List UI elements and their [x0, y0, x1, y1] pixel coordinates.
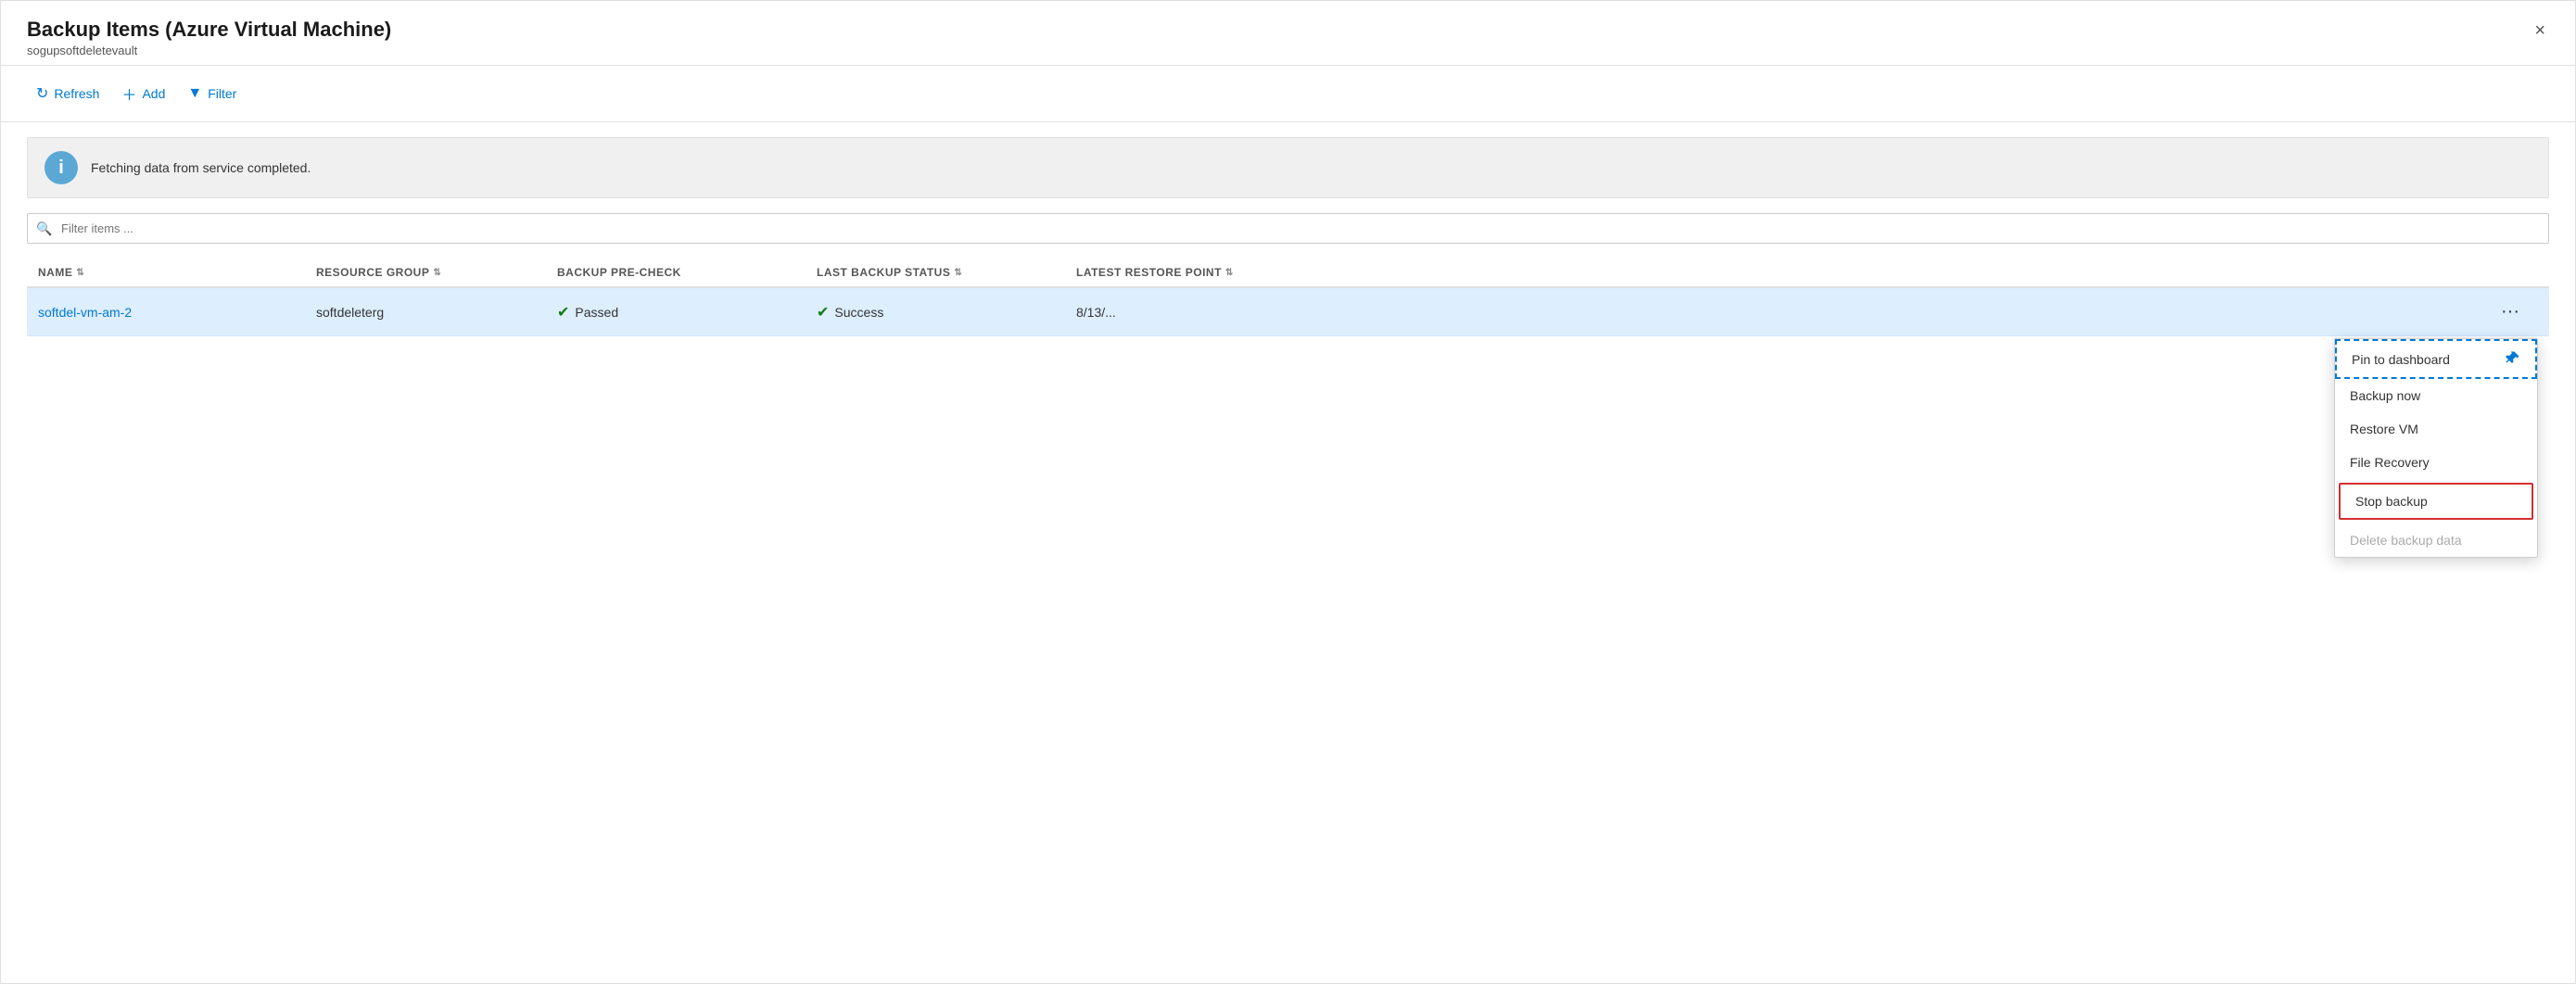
- backup-items-panel: Backup Items (Azure Virtual Machine) sog…: [0, 0, 2576, 984]
- filter-button[interactable]: ▼ Filter: [178, 80, 246, 107]
- file-recovery-label: File Recovery: [2350, 455, 2430, 470]
- restore-vm-button[interactable]: Restore VM: [2335, 412, 2537, 446]
- sort-icon-rg: ⇅: [433, 268, 441, 278]
- row-ellipsis-button[interactable]: ···: [2494, 297, 2527, 326]
- filter-label: Filter: [208, 86, 236, 101]
- file-recovery-button[interactable]: File Recovery: [2335, 446, 2537, 479]
- add-label: Add: [142, 86, 165, 101]
- sort-icon-lrp: ⇅: [1225, 268, 1234, 278]
- search-bar: 🔍: [27, 213, 2549, 244]
- panel-header: Backup Items (Azure Virtual Machine) sog…: [1, 1, 2575, 66]
- restore-vm-label: Restore VM: [2350, 422, 2418, 436]
- close-button[interactable]: ×: [2527, 18, 2553, 44]
- backup-now-label: Backup now: [2350, 388, 2420, 403]
- sort-icon-lbs: ⇅: [954, 268, 962, 278]
- stop-backup-button[interactable]: Stop backup: [2339, 483, 2533, 520]
- add-icon: ＋: [121, 82, 136, 105]
- panel-title: Backup Items (Azure Virtual Machine): [27, 18, 2549, 42]
- pin-to-dashboard-button[interactable]: Pin to dashboard: [2335, 339, 2537, 379]
- pin-icon: [2506, 350, 2520, 368]
- delete-backup-button[interactable]: Delete backup data: [2335, 524, 2537, 557]
- col-header-latest-restore: LATEST RESTORE POINT ⇅: [1076, 266, 2482, 279]
- panel-subtitle: sogupsoftdeletevault: [27, 44, 2549, 57]
- precheck-success-icon: ✔: [557, 303, 569, 322]
- col-header-backup-precheck: BACKUP PRE-CHECK: [557, 266, 817, 279]
- add-button[interactable]: ＋ Add: [112, 77, 174, 110]
- cell-resource-group: softdeleterg: [316, 305, 557, 320]
- backup-now-button[interactable]: Backup now: [2335, 379, 2537, 412]
- info-icon: i: [44, 151, 78, 184]
- cell-last-backup: ✔ Success: [817, 303, 1076, 322]
- stop-backup-label: Stop backup: [2355, 494, 2428, 509]
- context-menu: Pin to dashboard Backup now Restore VM: [2334, 338, 2538, 558]
- info-banner: i Fetching data from service completed.: [27, 137, 2549, 198]
- cell-latest-restore: 8/13/...: [1076, 305, 2482, 320]
- refresh-label: Refresh: [54, 86, 99, 101]
- col-header-actions: [2482, 266, 2538, 279]
- table-container: NAME ⇅ RESOURCE GROUP ⇅ BACKUP PRE-CHECK…: [27, 259, 2549, 336]
- search-icon: 🔍: [36, 221, 52, 236]
- col-header-name: NAME ⇅: [38, 266, 316, 279]
- search-input[interactable]: [27, 213, 2549, 244]
- refresh-button[interactable]: ↻ Refresh: [27, 79, 108, 108]
- col-header-last-backup: LAST BACKUP STATUS ⇅: [817, 266, 1076, 279]
- col-header-resource-group: RESOURCE GROUP ⇅: [316, 266, 557, 279]
- refresh-icon: ↻: [36, 84, 48, 103]
- backup-success-icon: ✔: [817, 303, 829, 322]
- banner-message: Fetching data from service completed.: [91, 160, 311, 175]
- pin-label: Pin to dashboard: [2352, 352, 2450, 367]
- cell-name: softdel-vm-am-2: [38, 305, 316, 320]
- sort-icon-name: ⇅: [76, 268, 84, 278]
- filter-icon: ▼: [187, 85, 202, 102]
- table-header: NAME ⇅ RESOURCE GROUP ⇅ BACKUP PRE-CHECK…: [27, 259, 2549, 288]
- table-row: softdel-vm-am-2 softdeleterg ✔ Passed ✔ …: [27, 288, 2549, 336]
- toolbar: ↻ Refresh ＋ Add ▼ Filter: [1, 66, 2575, 122]
- cell-actions: ··· Pin to dashboard Backup now: [2482, 297, 2538, 326]
- delete-backup-label: Delete backup data: [2350, 533, 2462, 548]
- cell-backup-precheck: ✔ Passed: [557, 303, 817, 322]
